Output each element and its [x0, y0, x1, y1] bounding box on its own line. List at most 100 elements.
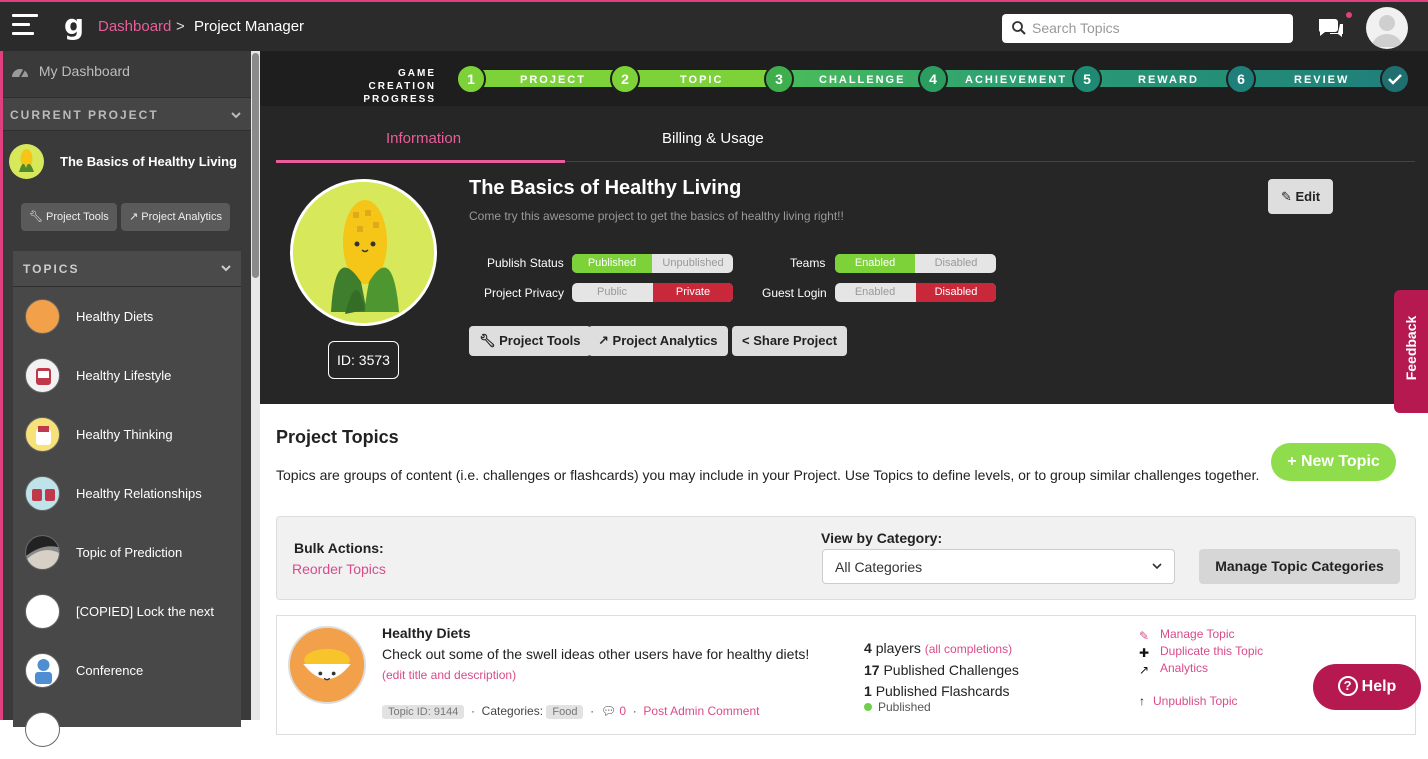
- step-1-label[interactable]: PROJECT: [520, 74, 586, 86]
- step-4-circle[interactable]: 4: [918, 64, 948, 94]
- analytics-link[interactable]: ↗ Analytics: [1139, 660, 1263, 677]
- sidebar-topic-label: Healthy Thinking: [76, 427, 173, 442]
- step-2-circle[interactable]: 2: [610, 64, 640, 94]
- sidebar-topic-item[interactable]: Topic of Prediction: [13, 523, 241, 582]
- teams-disabled-option[interactable]: Disabled: [916, 254, 996, 273]
- feedback-tab[interactable]: Feedback: [1394, 290, 1428, 413]
- publish-off-option[interactable]: Unpublished: [653, 254, 733, 273]
- progress-heading-line2: PROGRESS: [363, 94, 436, 105]
- step-1-circle[interactable]: 1: [456, 64, 486, 94]
- guest-enabled-option[interactable]: Enabled: [835, 283, 915, 302]
- topics-heading[interactable]: TOPICS: [13, 251, 241, 287]
- edit-title-description-link[interactable]: (edit title and description): [382, 668, 516, 682]
- game-creation-progress: GAME CREATION PROGRESS 1 PROJECT 2 TOPIC…: [260, 51, 1428, 106]
- chart-line-icon: ↗: [129, 211, 139, 223]
- publish-status-label: Publish Status: [487, 256, 564, 270]
- manage-topic-link[interactable]: ✎ Manage Topic: [1139, 626, 1263, 643]
- question-icon: ?: [1337, 676, 1358, 696]
- privacy-private-option[interactable]: Private: [653, 283, 733, 302]
- sidebar-project-tools-button[interactable]: 🔧︎ Project Tools: [21, 203, 117, 231]
- category-select[interactable]: All Categories: [822, 549, 1175, 584]
- step-3-circle[interactable]: 3: [764, 64, 794, 94]
- flashcards-label: Published Flashcards: [875, 683, 1010, 699]
- step-5-circle[interactable]: 5: [1072, 64, 1102, 94]
- corn-icon: [9, 144, 44, 179]
- current-project[interactable]: The Basics of Healthy Living: [9, 144, 249, 180]
- step-4-label[interactable]: ACHIEVEMENT: [965, 74, 1067, 86]
- analytics-icon: ↗: [1139, 663, 1150, 677]
- step-6-label[interactable]: REVIEW: [1294, 74, 1349, 86]
- edit-project-button[interactable]: ✎ Edit: [1268, 179, 1333, 214]
- topic-thumbnail-icon: [25, 653, 60, 688]
- sidebar-topic-item[interactable]: Healthy Diets: [13, 287, 241, 346]
- project-analytics-button[interactable]: ↗ Project Analytics: [588, 326, 728, 356]
- user-avatar[interactable]: [1366, 7, 1408, 49]
- corn-mascot-icon: [293, 182, 434, 323]
- chevron-down-icon: [231, 112, 241, 119]
- privacy-public-option[interactable]: Public: [572, 283, 652, 302]
- sidebar-scrollbar[interactable]: [251, 51, 260, 720]
- active-tab-indicator: [276, 160, 565, 163]
- step-complete-check[interactable]: [1380, 64, 1410, 94]
- checkmark-icon: [1388, 74, 1402, 85]
- scrollbar-thumb[interactable]: [252, 53, 259, 278]
- new-topic-button[interactable]: + New Topic: [1271, 443, 1396, 481]
- search-icon: [1012, 21, 1026, 35]
- edit-square-icon: ✎: [1139, 629, 1150, 643]
- project-tools-button[interactable]: 🔧︎ Project Tools: [469, 326, 591, 356]
- publish-on-option[interactable]: Published: [572, 254, 652, 273]
- share-project-button[interactable]: < Share Project: [732, 326, 848, 356]
- sidebar: My Dashboard CURRENT PROJECT The Basics …: [0, 51, 251, 747]
- challenges-count: 17: [864, 662, 880, 678]
- my-dashboard-label: My Dashboard: [38, 63, 130, 79]
- sidebar-my-dashboard[interactable]: My Dashboard: [11, 63, 130, 79]
- chat-icon[interactable]: [1316, 15, 1346, 41]
- app-logo[interactable]: g: [64, 10, 84, 40]
- guest-login-label: Guest Login: [762, 286, 827, 300]
- guest-login-toggle[interactable]: Enabled Disabled: [835, 283, 996, 302]
- reorder-topics-link[interactable]: Reorder Topics: [292, 561, 386, 577]
- duplicate-topic-link[interactable]: ✚ Duplicate this Topic: [1139, 643, 1263, 660]
- manage-topic-label: Manage Topic: [1160, 627, 1235, 641]
- current-project-heading[interactable]: CURRENT PROJECT: [3, 97, 251, 131]
- help-button[interactable]: ? Help: [1313, 664, 1421, 710]
- step-6-circle[interactable]: 6: [1226, 64, 1256, 94]
- hamburger-menu-icon[interactable]: [12, 14, 38, 38]
- tab-billing-usage[interactable]: Billing & Usage: [662, 130, 764, 147]
- unpublish-topic-link[interactable]: ↑ Unpublish Topic: [1139, 694, 1238, 708]
- all-completions-link[interactable]: (all completions): [925, 642, 1012, 656]
- topic-image: [288, 626, 366, 704]
- tab-information[interactable]: Information: [386, 130, 461, 147]
- guest-disabled-option[interactable]: Disabled: [916, 283, 996, 302]
- search-box[interactable]: [1002, 14, 1293, 43]
- manage-topic-categories-button[interactable]: Manage Topic Categories: [1199, 549, 1400, 584]
- sidebar-topic-item[interactable]: Healthy Lifestyle: [13, 346, 241, 405]
- sidebar-topic-item[interactable]: Conference: [13, 641, 241, 700]
- teams-enabled-option[interactable]: Enabled: [835, 254, 915, 273]
- step-3-label[interactable]: CHALLENGE: [819, 74, 905, 86]
- step-5-label[interactable]: REWARD: [1138, 74, 1199, 86]
- bulk-actions-label: Bulk Actions:: [294, 540, 384, 556]
- current-project-heading-label: CURRENT PROJECT: [10, 108, 159, 122]
- topic-card-stats: 4 players (all completions) 17 Published…: [864, 638, 1019, 702]
- sidebar-topic-item[interactable]: Healthy Thinking: [13, 405, 241, 464]
- step-2-label[interactable]: TOPIC: [680, 74, 723, 86]
- sidebar-topic-item[interactable]: [COPIED] Lock the next: [13, 582, 241, 641]
- chart-line-icon: ↗: [598, 333, 609, 348]
- sidebar-topic-item[interactable]: Healthy Relationships: [13, 464, 241, 523]
- topic-card-name[interactable]: Healthy Diets: [382, 625, 471, 641]
- sidebar-topic-label: Topic of Prediction: [76, 545, 183, 560]
- publish-status-toggle[interactable]: Published Unpublished: [572, 254, 733, 273]
- top-navbar: g Dashboard > Project Manager: [0, 0, 1428, 51]
- breadcrumb-dashboard[interactable]: Dashboard: [98, 18, 171, 35]
- topics-heading-label: TOPICS: [23, 262, 80, 276]
- topic-thumbnail-icon: [25, 594, 60, 629]
- project-privacy-toggle[interactable]: Public Private: [572, 283, 733, 302]
- post-admin-comment-link[interactable]: Post Admin Comment: [643, 704, 759, 718]
- project-description: Come try this awesome project to get the…: [469, 209, 844, 223]
- teams-toggle[interactable]: Enabled Disabled: [835, 254, 996, 273]
- topic-id-badge: Topic ID: 9144: [382, 705, 465, 719]
- sidebar-project-analytics-button[interactable]: ↗ Project Analytics: [121, 203, 230, 231]
- search-input[interactable]: [1032, 18, 1282, 38]
- sidebar-topic-item[interactable]: [13, 700, 241, 759]
